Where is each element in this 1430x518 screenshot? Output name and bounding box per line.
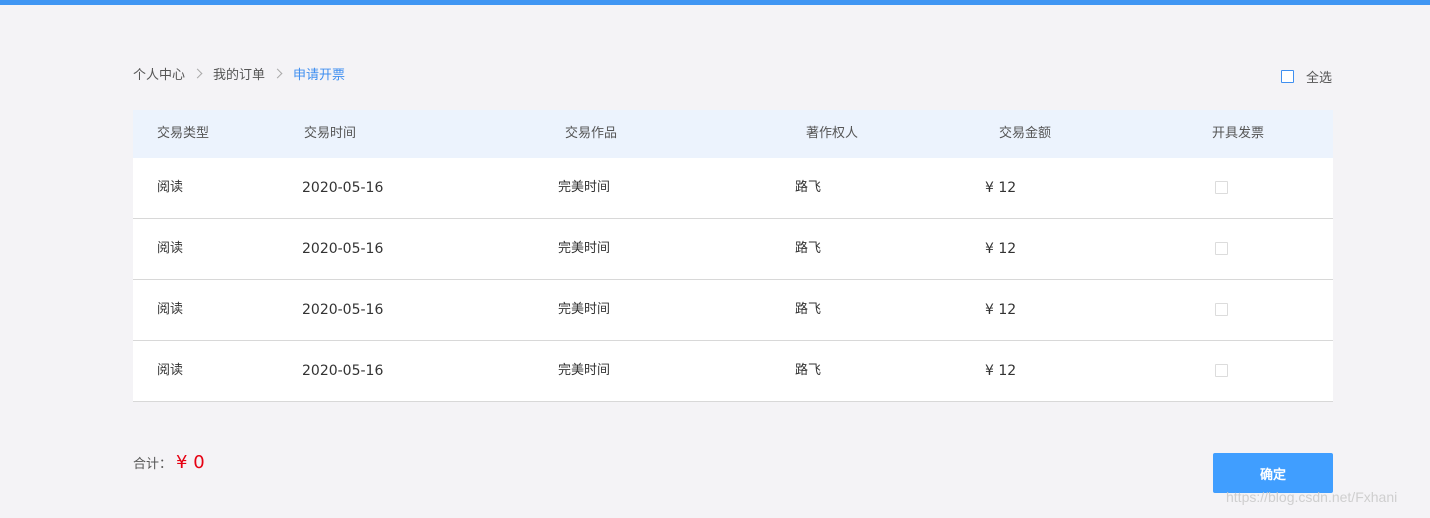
checkbox-icon[interactable]: [1281, 70, 1294, 83]
cell-time: 2020-05-16: [302, 302, 384, 318]
cell-work: 完美时间: [558, 302, 611, 317]
cell-type: 阅读: [157, 302, 184, 317]
column-header-author: 著作权人: [806, 126, 859, 141]
cell-type: 阅读: [157, 241, 184, 256]
cell-amount: ¥ 12: [985, 302, 1017, 318]
cell-time: 2020-05-16: [302, 180, 384, 196]
cell-type: 阅读: [157, 363, 184, 378]
cell-work: 完美时间: [558, 241, 611, 256]
column-header-invoice: 开具发票: [1212, 126, 1265, 141]
invoice-checkbox[interactable]: [1215, 181, 1228, 194]
breadcrumb-item-my-orders[interactable]: 我的订单: [213, 64, 265, 83]
breadcrumb-item-apply-invoice: 申请开票: [293, 67, 346, 83]
column-header-work: 交易作品: [565, 126, 618, 141]
confirm-button[interactable]: 确定: [1213, 453, 1333, 493]
cell-author: 路飞: [795, 302, 822, 317]
order-total: 合计： ¥ 0: [133, 452, 205, 473]
cell-amount: ¥ 12: [985, 180, 1017, 196]
invoice-checkbox[interactable]: [1215, 364, 1228, 377]
breadcrumb: 个人中心 我的订单 申请开票: [133, 64, 346, 83]
breadcrumb-item-personal-center[interactable]: 个人中心: [133, 64, 185, 83]
cell-type: 阅读: [157, 180, 184, 195]
cell-author: 路飞: [795, 363, 822, 378]
select-all-label: 全选: [1306, 71, 1333, 86]
cell-author: 路飞: [795, 180, 822, 195]
cell-work: 完美时间: [558, 180, 611, 195]
watermark-text: https://blog.csdn.net/Fxhani: [1226, 489, 1398, 505]
table-row: 阅读 2020-05-16 完美时间 路飞 ¥ 12: [133, 158, 1333, 219]
column-header-amount: 交易金额: [999, 126, 1052, 141]
cell-work: 完美时间: [558, 363, 611, 378]
cell-time: 2020-05-16: [302, 241, 384, 257]
invoice-checkbox[interactable]: [1215, 303, 1228, 316]
select-all-checkbox[interactable]: 全选: [1281, 67, 1332, 86]
table-row: 阅读 2020-05-16 完美时间 路飞 ¥ 12: [133, 280, 1333, 341]
chevron-right-icon: [192, 68, 203, 78]
chevron-right-icon: [272, 68, 283, 78]
table-row: 阅读 2020-05-16 完美时间 路飞 ¥ 12: [133, 341, 1333, 402]
top-accent-bar: [0, 0, 1430, 5]
orders-table: 交易类型 交易时间 交易作品 著作权人 交易金额 开具发票 阅读 2020-05…: [133, 110, 1333, 402]
total-label: 合计：: [133, 457, 173, 472]
invoice-checkbox[interactable]: [1215, 242, 1228, 255]
column-header-time: 交易时间: [304, 126, 357, 141]
cell-author: 路飞: [795, 241, 822, 256]
table-row: 阅读 2020-05-16 完美时间 路飞 ¥ 12: [133, 219, 1333, 280]
column-header-type: 交易类型: [157, 126, 210, 141]
cell-amount: ¥ 12: [985, 363, 1017, 379]
table-header: 交易类型 交易时间 交易作品 著作权人 交易金额 开具发票: [133, 110, 1333, 158]
total-amount: ¥ 0: [176, 452, 205, 473]
cell-time: 2020-05-16: [302, 363, 384, 379]
cell-amount: ¥ 12: [985, 241, 1017, 257]
